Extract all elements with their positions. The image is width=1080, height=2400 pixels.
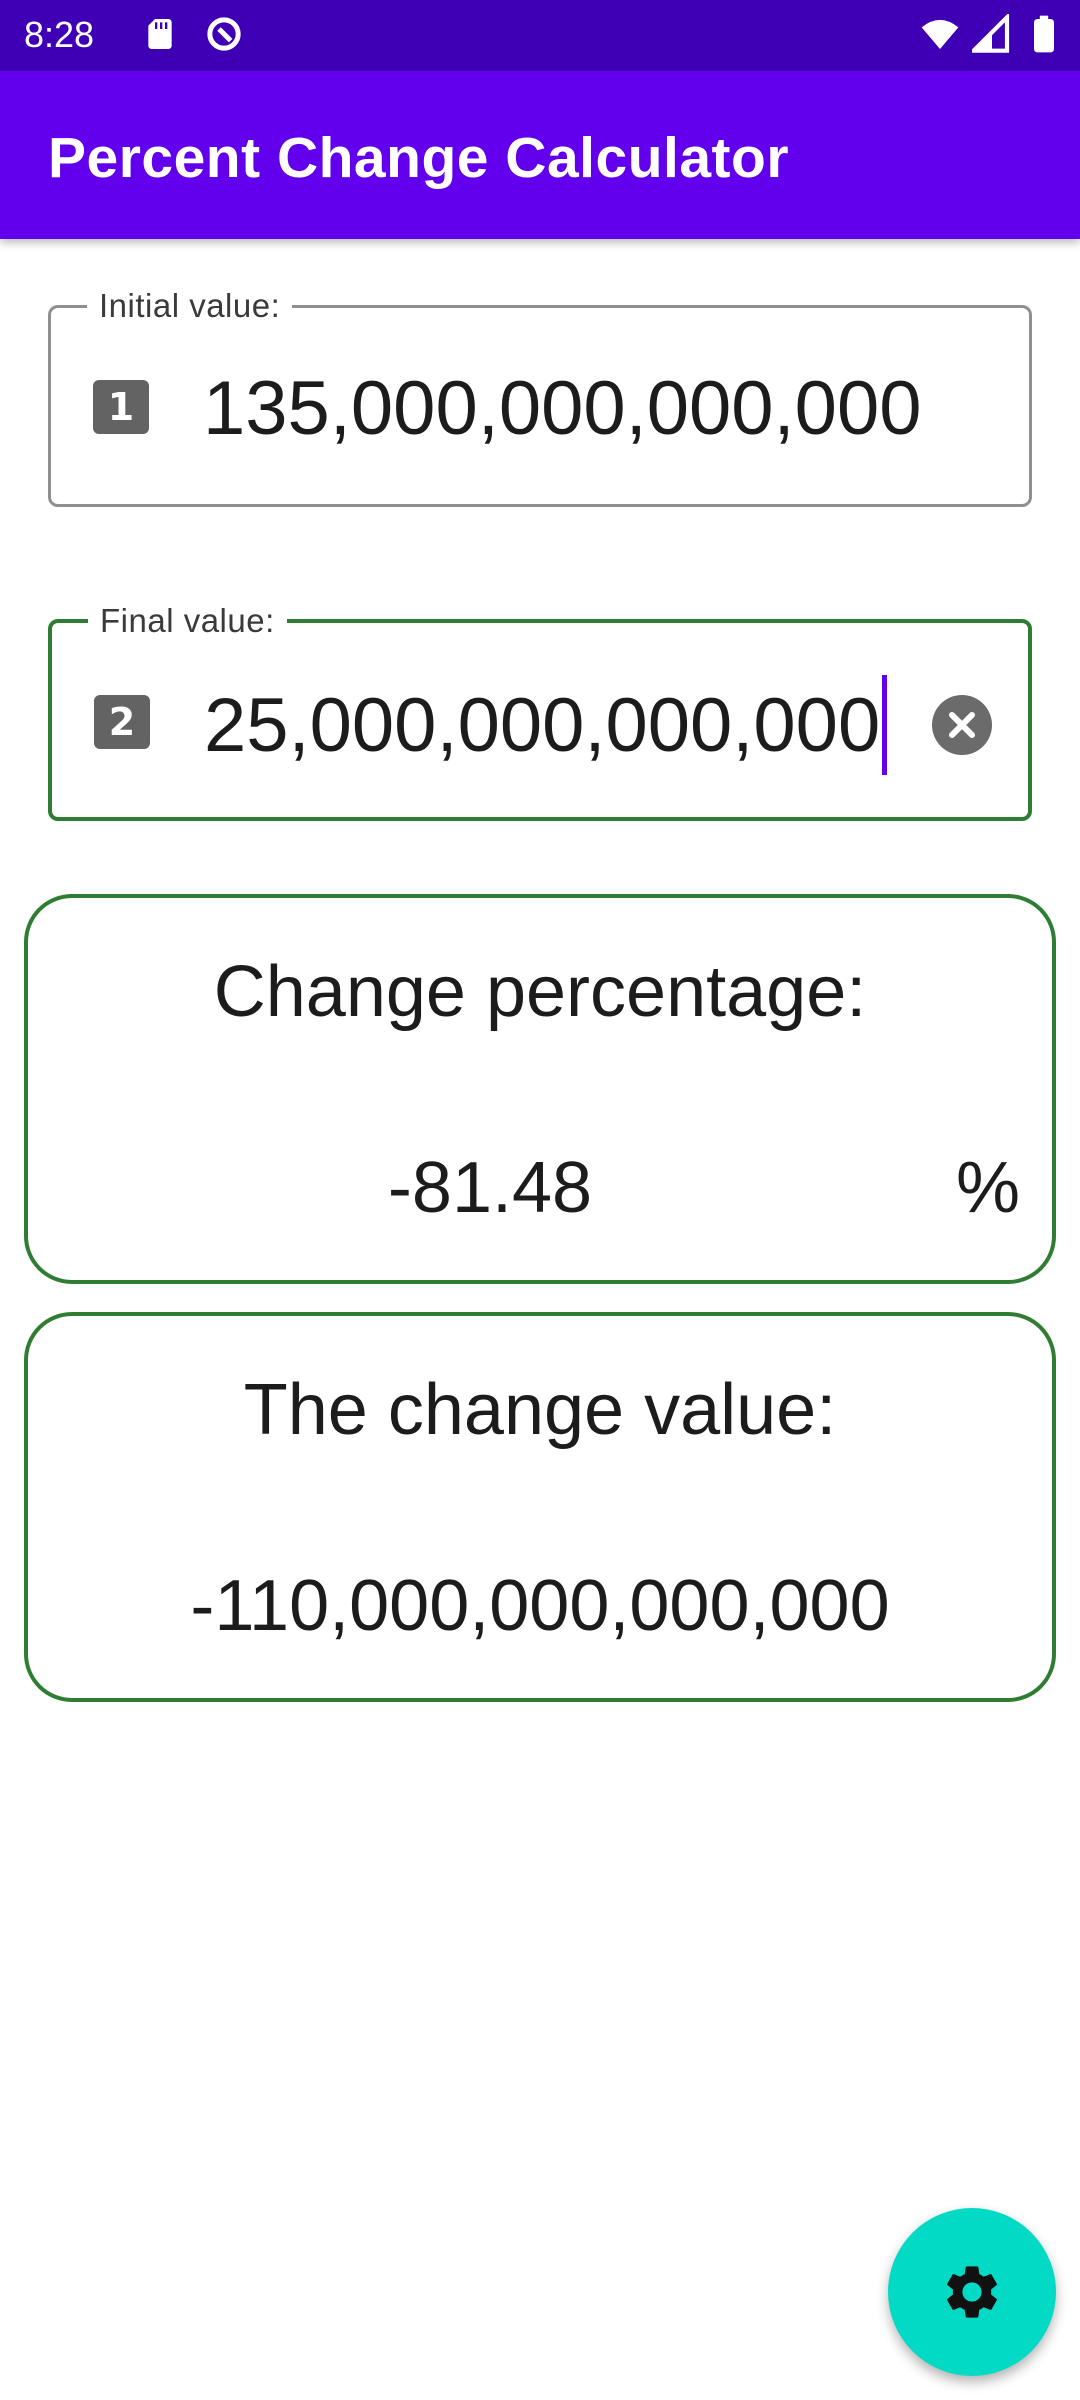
change-value-amount: -110,000,000,000,000 xyxy=(190,1566,890,1646)
status-bar: 8:28 xyxy=(0,0,1080,71)
number-two-icon: 2 xyxy=(94,695,150,749)
clear-icon[interactable] xyxy=(932,695,992,755)
change-percentage-card: Change percentage: -81.48 % xyxy=(24,894,1056,1284)
final-value-input[interactable]: 25,000,000,000,000 xyxy=(204,675,888,781)
data-saver-icon xyxy=(207,17,241,51)
status-time: 8:28 xyxy=(24,14,95,55)
percent-unit: % xyxy=(956,1148,1021,1228)
wifi-icon xyxy=(921,19,959,49)
initial-value-input[interactable]: 135,000,000,000,000 xyxy=(203,366,921,452)
initial-value-field[interactable]: Initial value: 1 135,000,000,000,000 xyxy=(48,286,1032,507)
change-value-title: The change value: xyxy=(243,1370,837,1450)
gear-icon xyxy=(947,2266,997,2318)
signal-icon xyxy=(972,14,1010,53)
battery-icon xyxy=(1034,15,1054,53)
text-caret xyxy=(882,675,888,775)
page-title: Percent Change Calculator xyxy=(48,126,790,190)
initial-value-label: Initial value: xyxy=(87,286,293,326)
number-one-icon: 1 xyxy=(93,380,149,434)
final-value-text: 25,000,000,000,000 xyxy=(204,683,881,769)
sd-card-icon xyxy=(148,19,172,49)
change-percentage-title: Change percentage: xyxy=(213,952,867,1032)
final-value-label: Final value: xyxy=(88,601,287,641)
change-value-card: The change value: -110,000,000,000,000 xyxy=(24,1312,1056,1702)
final-value-field[interactable]: Final value: 2 25,000,000,000,000 xyxy=(48,601,1032,821)
app-bar: Percent Change Calculator xyxy=(0,71,1080,239)
change-percentage-value: -81.48 xyxy=(387,1148,593,1228)
settings-button[interactable] xyxy=(888,2208,1056,2376)
